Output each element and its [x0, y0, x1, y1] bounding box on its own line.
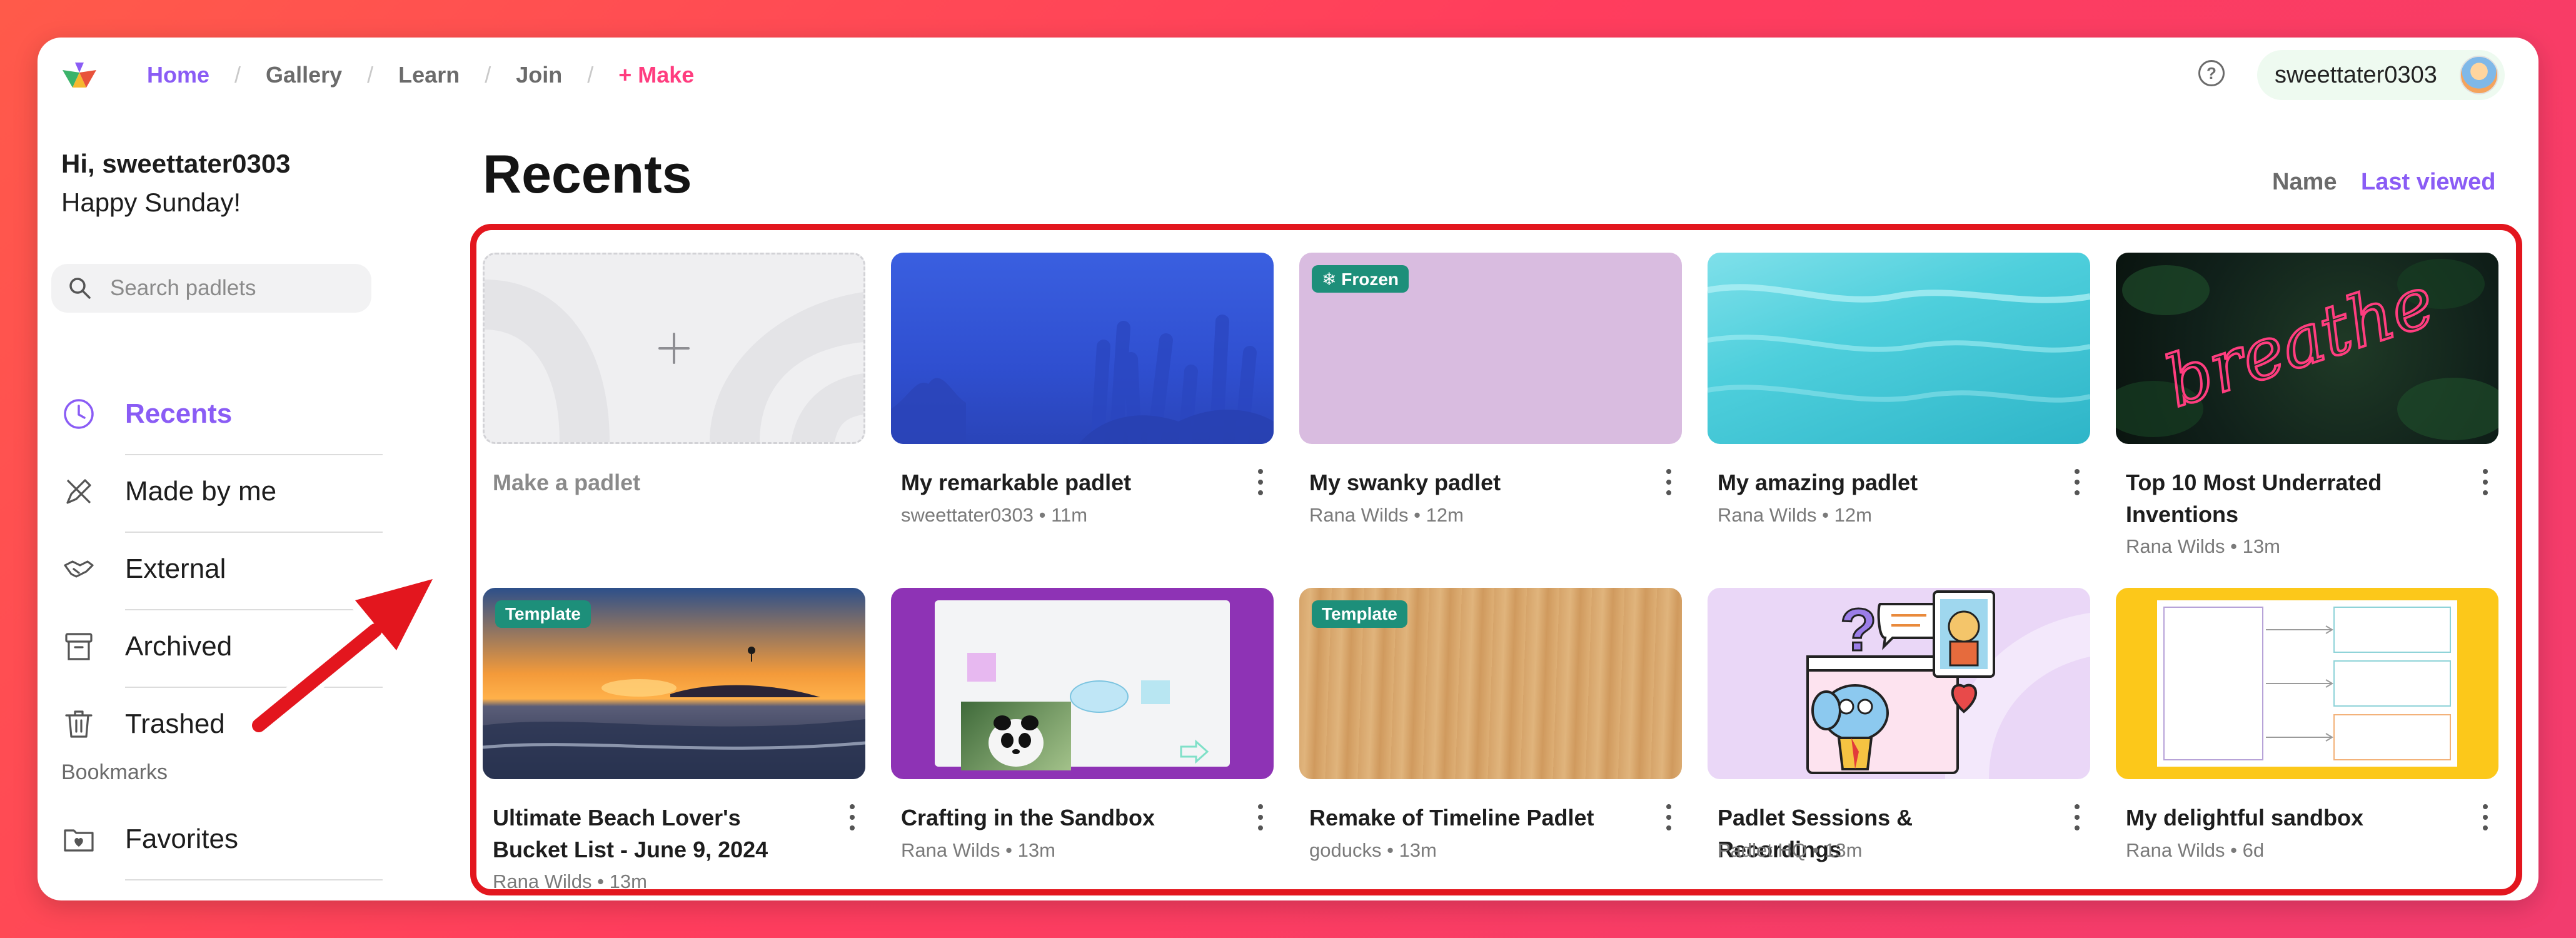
annotation-arrow-icon	[247, 571, 442, 737]
